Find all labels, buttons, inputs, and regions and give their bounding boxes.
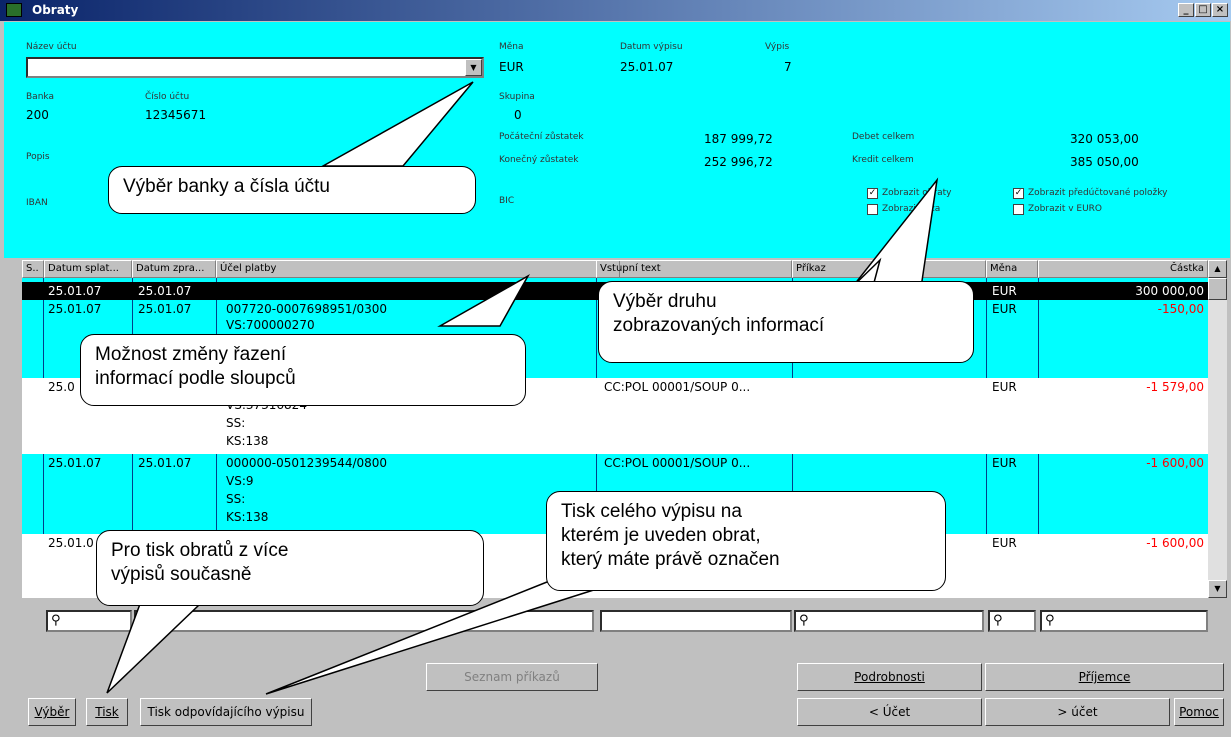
- callout-text: Tisk celého výpisu na: [561, 501, 742, 522]
- callout-text: zobrazovaných informací: [613, 315, 825, 336]
- callout-text: Pro tisk obratů z více: [111, 540, 289, 561]
- callout-bank-account: Výběr banky a čísla účtu: [108, 166, 476, 214]
- callout-text: Možnost změny řazení: [95, 344, 287, 365]
- callout-statement-print: Tisk celého výpisu na kterém je uveden o…: [546, 491, 946, 591]
- callout-display-type: Výběr druhu zobrazovaných informací: [598, 281, 974, 363]
- callout-text: Výběr banky a čísla účtu: [123, 176, 330, 197]
- callout-multi-print: Pro tisk obratů z více výpisů současně: [96, 530, 484, 606]
- callout-text: výpisů současně: [111, 564, 252, 585]
- callout-text: který máte právě označen: [561, 549, 780, 570]
- callout-text: Výběr druhu: [613, 291, 717, 312]
- callout-text: informací podle sloupců: [95, 368, 296, 389]
- callout-sorting: Možnost změny řazení informací podle slo…: [80, 334, 526, 406]
- callout-text: kterém je uveden obrat,: [561, 525, 761, 546]
